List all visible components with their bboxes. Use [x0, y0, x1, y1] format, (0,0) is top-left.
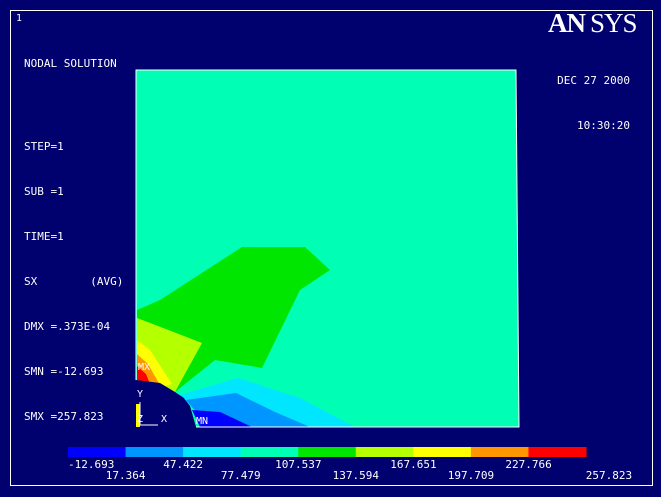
legend-value: 17.364 — [105, 469, 146, 482]
legend-band — [470, 447, 529, 457]
legend-value: 257.823 — [585, 469, 633, 482]
legend-band — [68, 447, 127, 457]
legend-band — [355, 447, 414, 457]
legend-value: 137.594 — [332, 469, 380, 482]
legend-value: 197.709 — [447, 469, 495, 482]
legend-band — [240, 447, 299, 457]
contour-legend — [68, 447, 587, 457]
legend-band — [183, 447, 242, 457]
legend-band — [528, 447, 587, 457]
legend-band — [298, 447, 357, 457]
graphics-viewport[interactable]: 1 NODAL SOLUTION STEP=1 SUB =1 TIME=1 SX… — [0, 0, 661, 497]
legend-value: 47.422 — [163, 458, 204, 471]
legend-value: 77.479 — [220, 469, 261, 482]
legend-band — [125, 447, 184, 457]
legend-band — [413, 447, 472, 457]
legend-value: 107.537 — [275, 458, 322, 471]
legend-value: 227.766 — [505, 458, 552, 471]
legend-value: 167.651 — [390, 458, 437, 471]
